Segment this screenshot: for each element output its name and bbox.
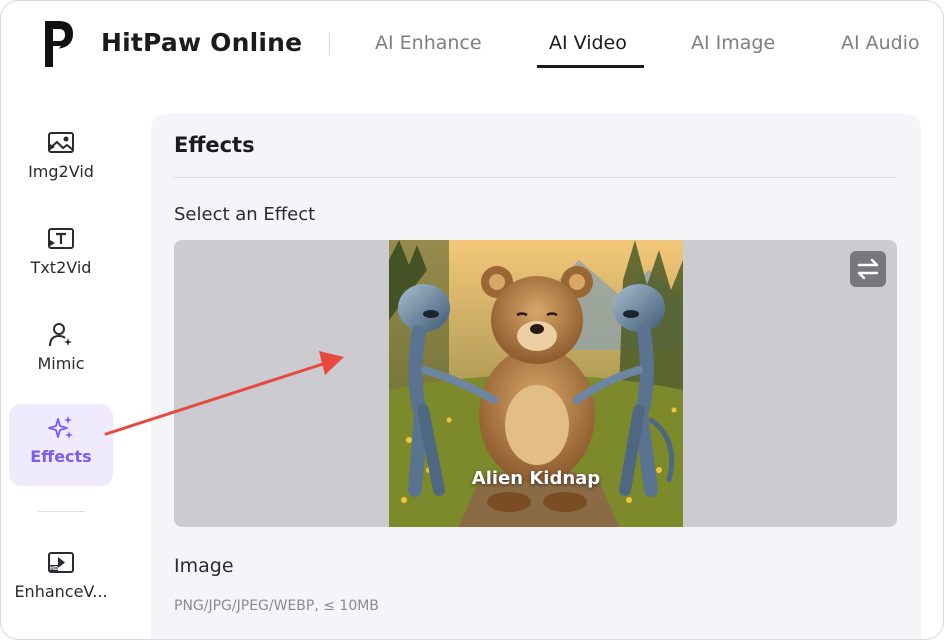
text-to-video-icon (48, 228, 74, 249)
swap-arrows-icon (857, 258, 879, 280)
tab-ai-image[interactable]: AI Image (691, 32, 775, 54)
image-section-label: Image (174, 555, 234, 577)
sidebar-item-label: Mimic (37, 354, 85, 373)
sidebar-item-label: EnhanceV... (14, 582, 108, 601)
svg-text:HD: HD (50, 566, 58, 572)
tab-ai-enhance[interactable]: AI Enhance (375, 32, 482, 54)
active-tab-underline (537, 65, 644, 68)
effects-panel: Effects Select an Effect Alien Kidnap Im… (151, 114, 921, 639)
effect-caption: Alien Kidnap (471, 468, 601, 489)
sidebar-item-label: Img2Vid (28, 162, 94, 181)
user-sparkle-icon (49, 323, 72, 347)
sidebar-item-txt2vid[interactable]: Txt2Vid (9, 215, 113, 297)
sidebar-item-label: Effects (30, 447, 92, 466)
image-to-video-icon (48, 132, 74, 153)
tab-ai-video[interactable]: AI Video (549, 32, 627, 54)
upload-format-hint: PNG/JPG/JPEG/WEBP, ≤ 10MB (174, 598, 379, 614)
page-title: Effects (174, 133, 255, 157)
sidebar-divider (37, 511, 85, 512)
sidebar-item-label: Txt2Vid (30, 258, 92, 277)
title-divider (174, 177, 897, 178)
sidebar-item-img2vid[interactable]: Img2Vid (9, 119, 113, 201)
swap-effect-button[interactable] (850, 251, 886, 287)
sidebar-item-enhance-video[interactable]: HD EnhanceV... (9, 539, 113, 621)
sparkles-icon (48, 416, 73, 439)
effect-preview[interactable]: Alien Kidnap (174, 240, 897, 527)
tab-ai-audio[interactable]: AI Audio (841, 32, 920, 54)
app-window: HitPaw Online AI Enhance AI Video AI Ima… (0, 0, 944, 640)
sidebar-item-mimic[interactable]: Mimic (9, 311, 113, 393)
select-effect-label: Select an Effect (174, 204, 316, 225)
header-divider (329, 33, 330, 55)
hitpaw-logo-icon[interactable] (39, 15, 81, 73)
brand-name[interactable]: HitPaw Online (101, 28, 302, 57)
sidebar-item-effects[interactable]: Effects (9, 404, 113, 486)
hd-video-icon: HD (48, 552, 74, 573)
